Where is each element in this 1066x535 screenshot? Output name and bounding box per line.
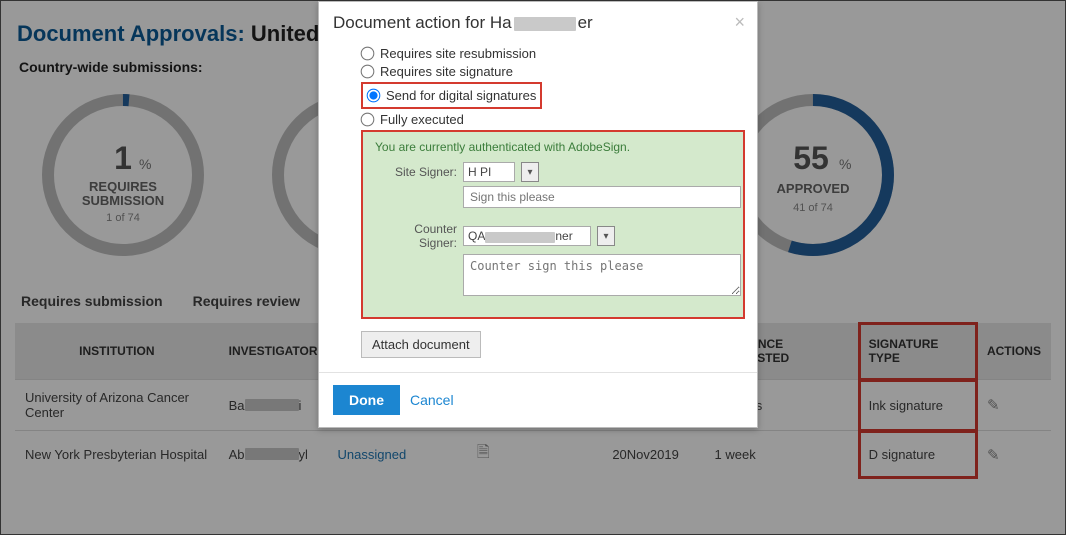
modal-header: Document action for Haer ×: [319, 2, 757, 39]
radio-site-signature[interactable]: Requires site signature: [361, 64, 743, 79]
radio-send-digital-input[interactable]: [367, 89, 381, 103]
chevron-down-icon[interactable]: ▾: [597, 226, 615, 246]
radio-resubmission[interactable]: Requires site resubmission: [361, 46, 743, 61]
modal-title: Document action for Haer: [333, 13, 593, 33]
document-action-modal: Document action for Haer × Requires site…: [318, 1, 758, 428]
auth-message: You are currently authenticated with Ado…: [375, 140, 733, 154]
digital-signature-panel: You are currently authenticated with Ado…: [361, 130, 745, 319]
attach-document-button[interactable]: Attach document: [361, 331, 481, 358]
site-signer-label: Site Signer:: [375, 165, 457, 179]
site-signer-select[interactable]: H PI: [463, 162, 515, 182]
radio-resubmission-input[interactable]: [361, 47, 375, 61]
close-icon[interactable]: ×: [734, 12, 745, 33]
chevron-down-icon[interactable]: ▾: [521, 162, 539, 182]
radio-fully-executed-input[interactable]: [361, 113, 375, 127]
counter-signer-select[interactable]: QAner: [463, 226, 591, 246]
radio-site-signature-input[interactable]: [361, 65, 375, 79]
radio-fully-executed[interactable]: Fully executed: [361, 112, 743, 127]
cancel-link[interactable]: Cancel: [410, 392, 454, 408]
modal-footer: Done Cancel: [319, 372, 757, 427]
counter-signer-label: Counter Signer:: [375, 222, 457, 250]
site-signer-message-input[interactable]: [463, 186, 741, 208]
counter-signer-message-input[interactable]: [463, 254, 741, 296]
radio-send-digital[interactable]: Send for digital signatures: [367, 88, 536, 103]
done-button[interactable]: Done: [333, 385, 400, 415]
